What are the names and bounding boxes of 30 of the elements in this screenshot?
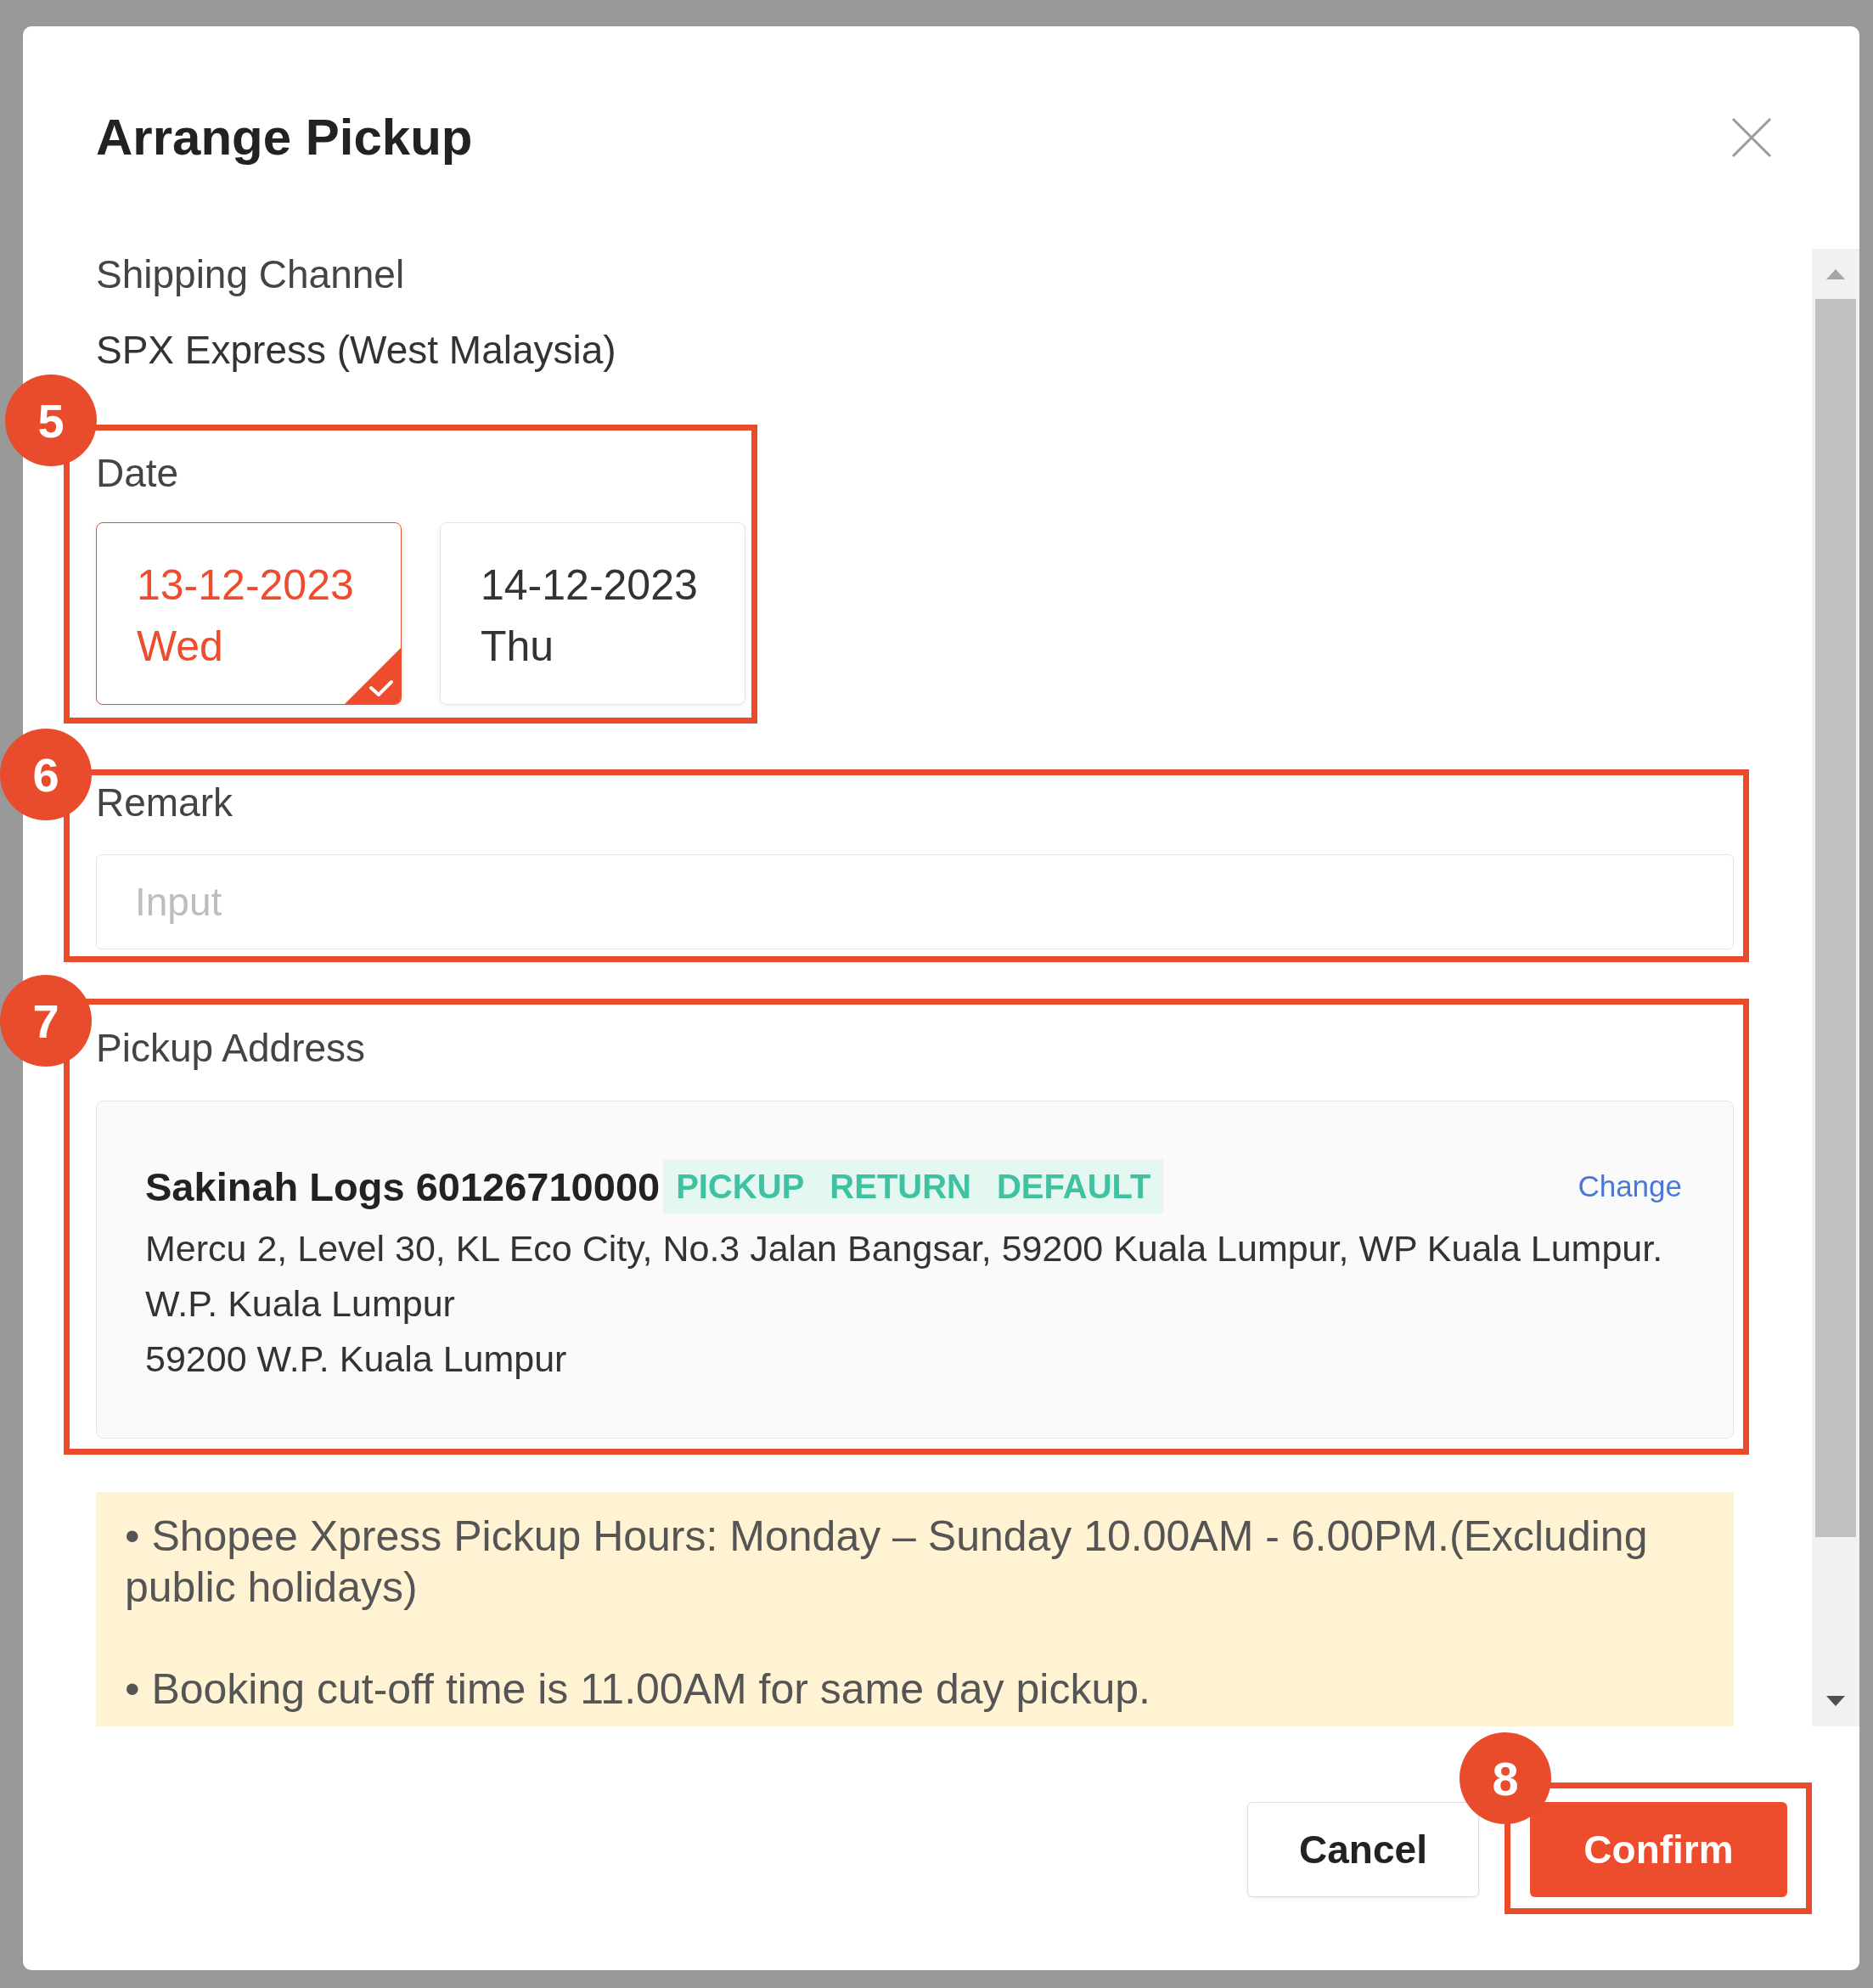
step-marker: 7 [0, 975, 92, 1067]
field-label: Date [96, 450, 180, 497]
address-line: W.P. Kuala Lumpur [145, 1282, 456, 1326]
field-label: Remark [96, 780, 234, 826]
close-icon[interactable] [1731, 117, 1772, 158]
field-value: SPX Express (West Malaysia) [96, 327, 617, 374]
notice-text: • Shopee Xpress Pickup Hours: Monday – Sunday 10.00AM - 6.00PM.(Excluding public holidays) [125, 1512, 1649, 1613]
address-tag: DEFAULT [984, 1159, 1164, 1214]
change-link[interactable]: Change [1578, 1169, 1682, 1203]
contact-name: Sakinah Logs 60126710000 [145, 1163, 661, 1210]
address-tag: RETURN [817, 1159, 984, 1214]
notice-text: • Booking cut-off time is 11.00AM for same day pickup. [125, 1664, 1151, 1715]
confirm-button[interactable]: Confirm [1530, 1802, 1787, 1897]
address-line: Mercu 2, Level 30, KL Eco City, No.3 Jalan Bangsar, 59200 Kuala Lumpur, WP Kuala Lumpur. [145, 1227, 1664, 1270]
scrollbar-thumb[interactable] [1815, 299, 1856, 1537]
field-label: Pickup Address [96, 1025, 367, 1072]
date-option[interactable]: 13-12-2023 Wed [96, 522, 402, 705]
step-marker: 8 [1460, 1732, 1551, 1824]
step-marker: 6 [0, 729, 92, 820]
scroll-down-icon[interactable] [1826, 1696, 1845, 1706]
dialog-title: Arrange Pickup [96, 108, 473, 167]
cancel-button[interactable]: Cancel [1247, 1802, 1479, 1897]
remark-input[interactable]: Input [96, 854, 1734, 949]
check-corner-icon [345, 648, 401, 704]
scroll-up-icon[interactable] [1826, 269, 1845, 279]
address-line: 59200 W.P. Kuala Lumpur [145, 1338, 568, 1381]
step-marker: 5 [5, 375, 97, 466]
address-tag: PICKUP [663, 1159, 818, 1214]
field-label: Shipping Channel [96, 251, 406, 298]
date-option[interactable]: 14-12-2023 Thu [440, 522, 745, 705]
